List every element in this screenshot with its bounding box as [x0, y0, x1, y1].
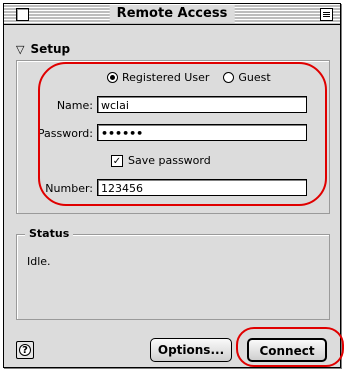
registered-user-label[interactable]: Registered User — [122, 71, 209, 84]
guest-radio[interactable] — [223, 72, 235, 83]
disclosure-triangle-icon[interactable]: ▽ — [16, 43, 24, 56]
name-label: Name: — [56, 99, 93, 112]
setup-panel: Registered User Guest Name: wclai Passwo… — [16, 60, 330, 214]
remote-access-window: Remote Access ▽ Setup Registered User Gue… — [3, 3, 341, 368]
user-type-radio-group: Registered User Guest — [107, 71, 285, 84]
connect-button[interactable]: Connect — [247, 338, 327, 362]
window-title: Remote Access — [109, 5, 235, 23]
help-button[interactable]: ? — [16, 341, 34, 359]
options-button[interactable]: Options... — [150, 338, 232, 362]
collapse-box[interactable] — [320, 8, 333, 21]
number-field[interactable]: 123456 — [97, 179, 307, 196]
save-password-label[interactable]: Save password — [128, 154, 211, 167]
help-icon[interactable]: ? — [19, 344, 31, 356]
save-password-option[interactable]: ✓ Save password — [111, 154, 211, 167]
number-label: Number: — [45, 182, 93, 195]
setup-header-label: Setup — [30, 42, 71, 56]
name-field[interactable]: wclai — [97, 96, 307, 113]
title-bar[interactable]: Remote Access — [4, 4, 340, 25]
guest-label[interactable]: Guest — [238, 71, 270, 84]
setup-disclosure[interactable]: ▽ Setup — [16, 42, 70, 56]
status-title: Status — [25, 227, 74, 240]
status-group: Status Idle. — [16, 227, 330, 320]
status-text: Idle. — [27, 255, 51, 268]
save-password-checkbox[interactable]: ✓ — [111, 154, 123, 167]
close-box[interactable] — [16, 8, 29, 21]
password-field[interactable]: •••••• — [97, 124, 307, 141]
registered-user-radio[interactable] — [107, 72, 118, 83]
password-label: Password: — [37, 127, 93, 140]
